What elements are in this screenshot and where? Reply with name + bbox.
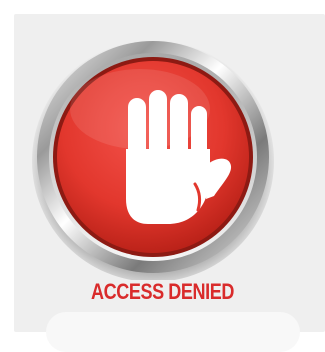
access-denied-badge	[30, 34, 276, 282]
bottom-card	[46, 312, 300, 352]
stop-hand-icon	[32, 40, 274, 282]
access-denied-caption: ACCESS DENIED	[90, 279, 235, 304]
